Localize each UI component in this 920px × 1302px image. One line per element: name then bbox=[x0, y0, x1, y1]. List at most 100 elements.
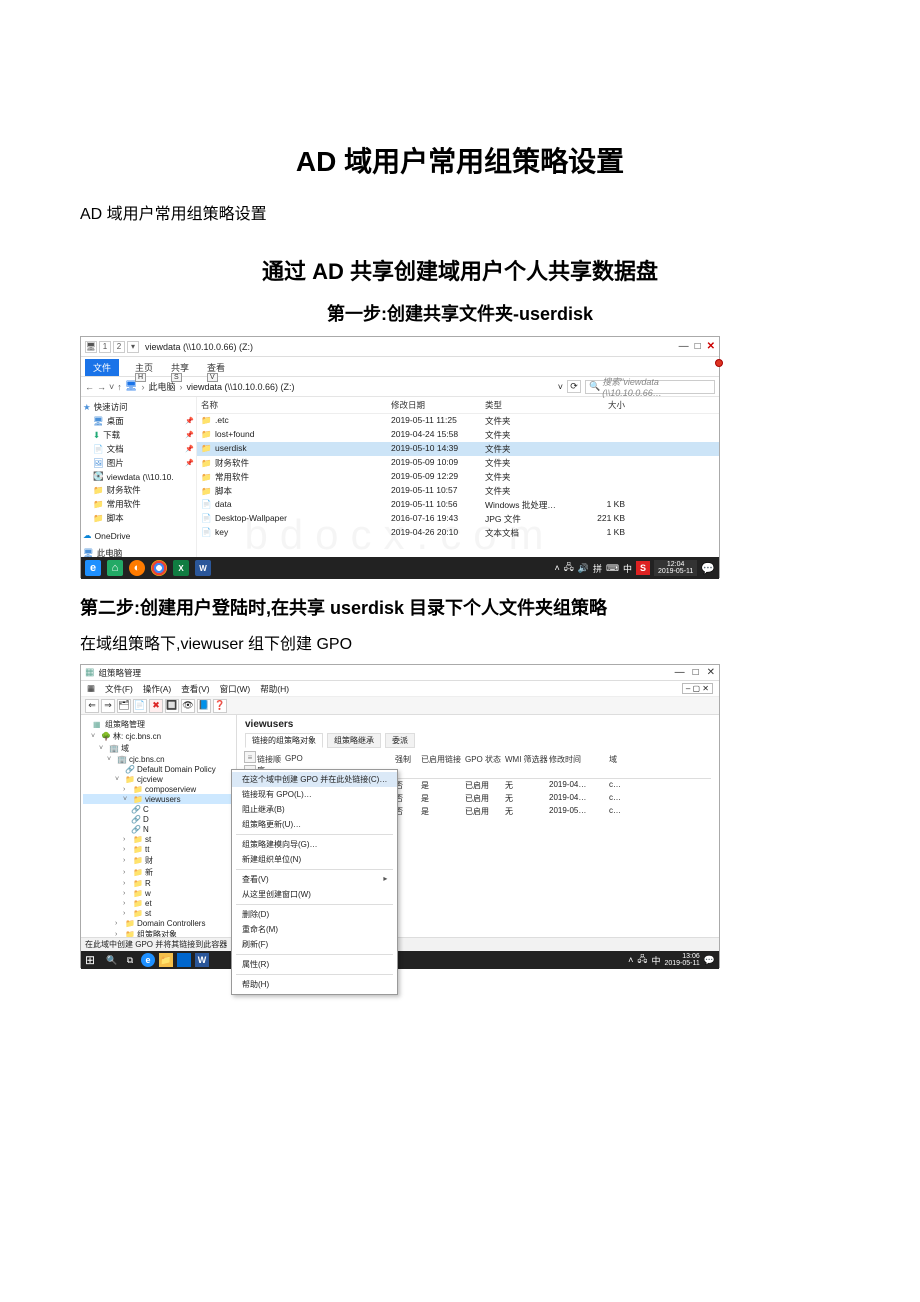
up-button[interactable]: ↑ bbox=[117, 382, 122, 392]
nav-viewdata[interactable]: 💽viewdata (\\10.10. bbox=[83, 470, 194, 483]
file-row[interactable]: 📁财务软件2019-05-09 10:09文件夹 bbox=[197, 456, 719, 470]
qat-icon[interactable]: 1 bbox=[99, 341, 111, 353]
file-row[interactable]: 📁脚本2019-05-11 10:57文件夹 bbox=[197, 484, 719, 498]
tool-delete-icon[interactable]: ✖ bbox=[149, 699, 163, 713]
ctx-block-inherit[interactable]: 阻止继承(B) bbox=[232, 802, 397, 817]
tree-ou[interactable]: ›📁st bbox=[83, 908, 234, 918]
tree-domain[interactable]: ˅🏢cjc.bns.cn bbox=[83, 754, 234, 764]
file-row[interactable]: 📁lost+found2019-04-24 15:58文件夹 bbox=[197, 428, 719, 442]
tray-network-icon[interactable]: 🖧 bbox=[564, 560, 574, 576]
file-row[interactable]: 📁userdisk2019-05-10 14:39文件夹 bbox=[197, 442, 719, 456]
col-size[interactable]: 大小 bbox=[575, 399, 625, 411]
tool-folder-icon[interactable]: 🗂 bbox=[117, 699, 131, 713]
tool-q-icon[interactable]: ❓ bbox=[213, 699, 227, 713]
column-headers[interactable]: 名称 修改日期 类型 大小 bbox=[197, 397, 719, 414]
tree-ou[interactable]: ›📁et bbox=[83, 898, 234, 908]
close-button[interactable]: ✕ bbox=[707, 667, 715, 678]
taskbar-excel-icon[interactable]: X bbox=[173, 560, 189, 576]
tray-keyboard-icon[interactable]: ⌨ bbox=[606, 563, 619, 574]
ctx-refresh[interactable]: 刷新(F) bbox=[232, 937, 397, 952]
tray-sogou-icon[interactable]: S bbox=[636, 561, 650, 575]
col-wmi[interactable]: WMI 筛选器 bbox=[505, 754, 549, 776]
start-button[interactable]: ⊞ bbox=[85, 953, 101, 967]
col-date[interactable]: 修改日期 bbox=[391, 399, 485, 411]
tab-gp-inheritance[interactable]: 组策略继承 bbox=[327, 733, 381, 748]
nav-pictures[interactable]: 🖼图片📌 bbox=[83, 456, 194, 470]
menu-file[interactable]: 文件(F) bbox=[105, 683, 133, 695]
nav-downloads[interactable]: ⬇下载📌 bbox=[83, 428, 194, 442]
forward-button[interactable]: → bbox=[97, 382, 106, 392]
col-type[interactable]: 类型 bbox=[485, 399, 575, 411]
ctx-view[interactable]: 查看(V)▸ bbox=[232, 872, 397, 887]
close-button[interactable]: ✕ bbox=[707, 341, 715, 352]
maximize-button[interactable]: □ bbox=[695, 341, 701, 352]
tree-ou-viewusers[interactable]: ˅📁viewusers bbox=[83, 794, 234, 804]
ctx-gp-modeling[interactable]: 组策略建模向导(G)… bbox=[232, 837, 397, 852]
tray-notifications-icon[interactable]: 💬 bbox=[704, 955, 715, 966]
tab-delegation[interactable]: 委派 bbox=[385, 733, 415, 748]
tool-view-icon[interactable]: 👁 bbox=[181, 699, 195, 713]
file-row[interactable]: 📄key2019-04-26 20:10文本文档1 KB bbox=[197, 526, 719, 540]
ctx-link-gpo[interactable]: 链接现有 GPO(L)… bbox=[232, 787, 397, 802]
tray-clock[interactable]: 13:06 2019-05-11 bbox=[664, 953, 699, 967]
taskbar-chrome-icon[interactable] bbox=[151, 560, 167, 576]
tree-ou[interactable]: ›📁R bbox=[83, 878, 234, 888]
tray-up-icon[interactable]: ˄ bbox=[628, 955, 633, 965]
tree-domains[interactable]: ˅🏢域 bbox=[83, 742, 234, 754]
qat-icon[interactable]: 🖥 bbox=[85, 341, 97, 353]
taskbar-search-icon[interactable]: 🔍 bbox=[105, 953, 119, 967]
qat-dropdown-icon[interactable]: ▾ bbox=[127, 341, 139, 353]
taskbar-explorer-icon[interactable]: 📁 bbox=[159, 953, 173, 967]
nav-desktop[interactable]: 🖥桌面📌 bbox=[83, 414, 194, 428]
taskbar-store-icon[interactable]: ⌂ bbox=[107, 560, 123, 576]
tab-linked-gpos[interactable]: 链接的组策略对象 bbox=[245, 733, 323, 748]
col-link-enabled[interactable]: 已启用链接 bbox=[421, 754, 465, 776]
col-state[interactable]: GPO 状态 bbox=[465, 754, 505, 776]
qat-icon[interactable]: 2 bbox=[113, 341, 125, 353]
taskbar-taskview-icon[interactable]: ⧉ bbox=[123, 953, 137, 967]
tree-forest[interactable]: ˅🌳林: cjc.bns.cn bbox=[83, 730, 234, 742]
tab-share[interactable]: 共享 S bbox=[169, 359, 191, 376]
tree-ddp[interactable]: 🔗Default Domain Policy bbox=[83, 764, 234, 774]
ctx-help[interactable]: 帮助(H) bbox=[232, 977, 397, 992]
taskbar-app-icon[interactable] bbox=[177, 953, 191, 967]
ctx-new-window[interactable]: 从这里创建窗口(W) bbox=[232, 887, 397, 902]
tree-gpo-link[interactable]: 🔗C bbox=[83, 804, 234, 814]
col-name[interactable]: 名称 bbox=[201, 399, 391, 411]
tab-file[interactable]: 文件 bbox=[85, 359, 119, 376]
minimize-button[interactable]: — bbox=[675, 667, 685, 678]
ctx-gp-update[interactable]: 组策略更新(U)… bbox=[232, 817, 397, 832]
file-row[interactable]: 📄data2019-05-11 10:56Windows 批处理…1 KB bbox=[197, 498, 719, 512]
tray-notifications-icon[interactable]: 💬 bbox=[701, 562, 715, 575]
nav-documents[interactable]: 📄文档📌 bbox=[83, 442, 194, 456]
menu-view[interactable]: 查看(V) bbox=[181, 683, 209, 695]
tray-up-icon[interactable]: ˄ bbox=[554, 563, 559, 573]
taskbar-firefox-icon[interactable]: ◐ bbox=[129, 560, 145, 576]
file-row[interactable]: 📄Desktop-Wallpaper2016-07-16 19:43JPG 文件… bbox=[197, 512, 719, 526]
tree-ou[interactable]: ›📁tt bbox=[83, 844, 234, 854]
tree-ou-cjcview[interactable]: ˅📁cjcview bbox=[83, 774, 234, 784]
menu-window[interactable]: 窗口(W) bbox=[220, 683, 251, 695]
tool-props-icon[interactable]: 🔲 bbox=[165, 699, 179, 713]
search-input[interactable]: 🔍 搜索"viewdata (\\10.10.0.66… bbox=[585, 380, 715, 394]
tree-ou[interactable]: ›📁st bbox=[83, 834, 234, 844]
tree-domain-controllers[interactable]: ›📁Domain Controllers bbox=[83, 918, 234, 928]
nav-thispc[interactable]: 🖥此电脑 bbox=[83, 546, 194, 557]
menu-help[interactable]: 帮助(H) bbox=[260, 683, 289, 695]
recent-dropdown[interactable]: ˅ bbox=[109, 382, 114, 392]
order-top-button[interactable]: ≡ bbox=[244, 751, 256, 763]
file-row[interactable]: 📁常用软件2019-05-09 12:29文件夹 bbox=[197, 470, 719, 484]
taskbar-ie-icon[interactable]: e bbox=[141, 953, 155, 967]
tray-ime2-icon[interactable]: 中 bbox=[623, 562, 632, 575]
tree-gpo-link[interactable]: 🔗D bbox=[83, 814, 234, 824]
tool-help-icon[interactable]: 📘 bbox=[197, 699, 211, 713]
col-domain[interactable]: 域 bbox=[609, 754, 633, 776]
taskbar-ie-icon[interactable]: e bbox=[85, 560, 101, 576]
ctx-properties[interactable]: 属性(R) bbox=[232, 957, 397, 972]
mdi-controls[interactable]: – ▢ ✕ bbox=[682, 683, 713, 694]
ctx-delete[interactable]: 删除(D) bbox=[232, 907, 397, 922]
ctx-rename[interactable]: 重命名(M) bbox=[232, 922, 397, 937]
tray-ime-icon[interactable]: 拼 bbox=[593, 562, 602, 575]
tool-fwd-icon[interactable]: ⇒ bbox=[101, 699, 115, 713]
tool-back-icon[interactable]: ⇐ bbox=[85, 699, 99, 713]
